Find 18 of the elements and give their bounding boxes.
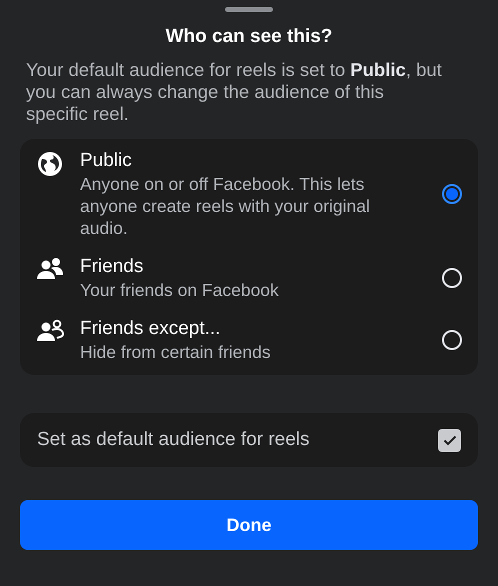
description-text: Your default audience for reels is set to Public, but you can always change the audience of this specific reel. [26, 59, 443, 125]
checkmark-icon [442, 434, 456, 446]
default-setting-row[interactable]: Set as default audience for reels [20, 413, 478, 467]
option-title[interactable]: Friends except... [80, 317, 220, 341]
sheet-title: Who can see this? [164, 25, 334, 49]
setting-label: Set as default audience for reels [37, 429, 310, 451]
radio-button[interactable] [442, 184, 462, 204]
option-title[interactable]: Public [80, 149, 132, 173]
option-title[interactable]: Friends [80, 255, 144, 279]
done-button[interactable]: Done [20, 500, 478, 550]
people-icon [36, 257, 64, 281]
option-description: Hide from certain friends [80, 341, 271, 363]
people-icon [36, 319, 64, 343]
option-description: Your friends on Facebook [80, 279, 279, 301]
option-description: Anyone on or off Facebook. This lets anyone create reels with your original audio. [80, 173, 371, 239]
globe-icon [37, 151, 63, 177]
drag-handle[interactable] [225, 7, 273, 12]
checkbox[interactable] [438, 428, 461, 452]
